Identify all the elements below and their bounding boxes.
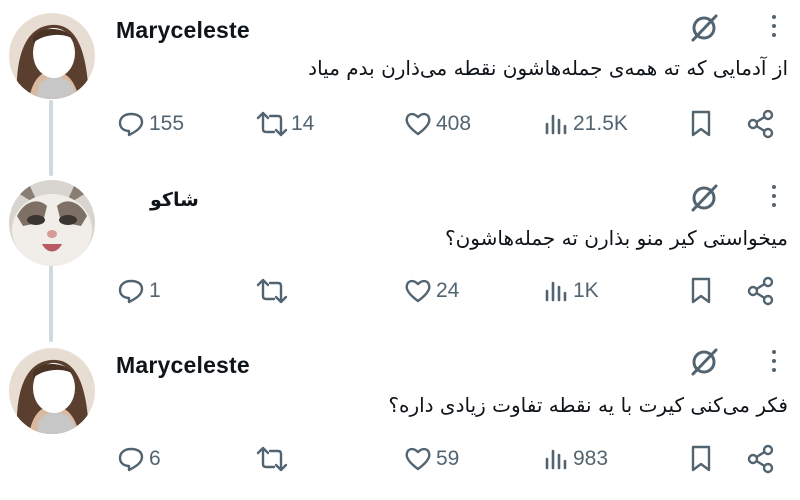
more-vertical-icon[interactable] — [769, 350, 779, 376]
cat-profile-photo — [9, 180, 95, 266]
share-icon — [747, 444, 774, 474]
more-vertical-icon[interactable] — [769, 185, 779, 211]
views-icon — [545, 281, 567, 302]
woman-profile-photo — [9, 13, 95, 99]
share-icon — [747, 109, 774, 139]
bookmark-icon — [691, 110, 711, 137]
reply-count: 155 — [149, 112, 185, 135]
views-button[interactable]: 21.5K — [542, 109, 628, 139]
tweet[interactable]: Maryceleste فکر می‌کنی کیرت با یه نقطه ت… — [0, 338, 800, 500]
share-button[interactable] — [746, 276, 776, 306]
view-count: 983 — [573, 447, 609, 470]
tweet-text: میخواستی کیر منو بذارن ته جمله‌هاشون؟ — [444, 226, 788, 250]
views-icon — [545, 114, 567, 135]
repost-count: 14 — [291, 112, 315, 135]
repost-button[interactable] — [256, 276, 291, 306]
tweet-text: فکر می‌کنی کیرت با یه نقطه تفاوت زیادی د… — [388, 393, 788, 417]
more-vertical-icon[interactable] — [769, 15, 779, 41]
view-count: 21.5K — [573, 112, 628, 135]
avatar[interactable] — [9, 348, 95, 434]
like-button[interactable]: 59 — [403, 444, 459, 474]
bookmark-icon — [691, 277, 711, 304]
reply-icon — [118, 279, 144, 304]
bookmark-button[interactable] — [688, 444, 714, 474]
like-count: 408 — [436, 112, 472, 135]
like-count: 59 — [436, 447, 460, 470]
reply-icon — [118, 447, 144, 472]
repost-button[interactable] — [256, 444, 291, 474]
avatar[interactable] — [9, 13, 95, 99]
heart-icon — [405, 447, 431, 471]
like-button[interactable]: 24 — [403, 276, 459, 306]
tweet[interactable]: Maryceleste از آدمایی که ته همه‌ی جمله‌ه… — [0, 0, 800, 162]
views-icon — [545, 449, 567, 470]
bookmark-button[interactable] — [688, 109, 714, 139]
like-button[interactable]: 408 — [403, 109, 471, 139]
view-count: 1K — [573, 279, 599, 302]
woman-profile-photo — [9, 348, 95, 434]
display-name[interactable]: Maryceleste — [116, 15, 250, 45]
share-button[interactable] — [746, 109, 776, 139]
tweet-text: از آدمایی که ته همه‌ی جمله‌هاشون نقطه می… — [308, 56, 788, 80]
reply-count: 6 — [149, 447, 161, 470]
reply-icon — [118, 112, 144, 137]
bookmark-icon — [691, 445, 711, 472]
share-icon — [747, 276, 774, 306]
share-button[interactable] — [746, 444, 776, 474]
display-name[interactable]: شاکو — [150, 185, 199, 215]
views-button[interactable]: 983 — [542, 444, 608, 474]
reply-count: 1 — [149, 279, 161, 302]
reply-button[interactable]: 155 — [116, 109, 184, 139]
like-count: 24 — [436, 279, 460, 302]
repost-icon — [256, 446, 288, 472]
repost-icon — [256, 111, 288, 137]
views-button[interactable]: 1K — [542, 276, 599, 306]
repost-button[interactable]: 14 — [256, 109, 314, 139]
grok-icon[interactable] — [688, 12, 720, 44]
repost-icon — [256, 278, 288, 304]
heart-icon — [405, 112, 431, 136]
tweet[interactable]: شاکو میخواستی کیر منو بذارن ته جمله‌هاشو… — [0, 170, 800, 332]
avatar[interactable] — [9, 180, 95, 266]
reply-button[interactable]: 6 — [116, 444, 161, 474]
heart-icon — [405, 279, 431, 303]
reply-button[interactable]: 1 — [116, 276, 161, 306]
grok-icon[interactable] — [688, 346, 720, 378]
bookmark-button[interactable] — [688, 276, 714, 306]
display-name[interactable]: Maryceleste — [116, 350, 250, 380]
grok-icon[interactable] — [688, 182, 720, 214]
